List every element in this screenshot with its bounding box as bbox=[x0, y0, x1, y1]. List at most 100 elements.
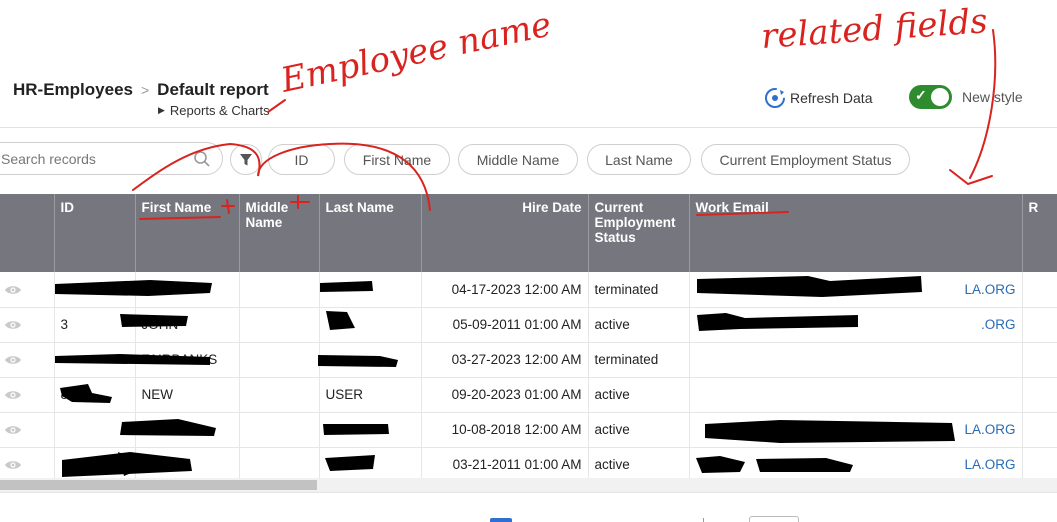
cell-middle bbox=[239, 342, 320, 378]
report-table: ID First Name Middle Name Last Name Hire… bbox=[0, 194, 1057, 480]
table-row[interactable]: 04-17-2023 12:00 AM terminated LA.ORG bbox=[0, 272, 1057, 308]
cell-middle bbox=[239, 447, 320, 480]
search-icon[interactable] bbox=[193, 150, 211, 168]
report-header: HR-Employees > Default report ▶ Reports … bbox=[0, 0, 1057, 128]
caret-right-icon: ▶ bbox=[158, 105, 165, 115]
cell-middle bbox=[239, 307, 320, 343]
cell-email[interactable]: LA.ORG bbox=[689, 447, 1023, 480]
cell-status: active bbox=[588, 377, 690, 413]
filter-pill-last-name[interactable]: Last Name bbox=[587, 144, 691, 175]
eye-icon[interactable] bbox=[4, 354, 22, 366]
page-title: Default report bbox=[157, 80, 269, 99]
cell-status: active bbox=[588, 307, 690, 343]
scrollbar-thumb[interactable] bbox=[0, 480, 317, 490]
cell-id bbox=[54, 447, 136, 480]
filter-pill-first-name[interactable]: First Name bbox=[344, 144, 450, 175]
cell-hire: 10-08-2018 12:00 AM bbox=[421, 412, 589, 448]
cell-hire: 05-09-2011 01:00 AM bbox=[421, 307, 589, 343]
table-row[interactable]: JOHN 10-08-2018 12:00 AM active LA.ORG bbox=[0, 412, 1057, 448]
report-page: HR-Employees > Default report ▶ Reports … bbox=[0, 0, 1057, 522]
cell-last bbox=[319, 342, 422, 378]
refresh-icon bbox=[765, 88, 785, 108]
column-header-view bbox=[0, 194, 55, 272]
filter-pill-middle-name[interactable]: Middle Name bbox=[458, 144, 578, 175]
table-row[interactable]: 8 NEW USER 09-20-2023 01:00 AM active bbox=[0, 377, 1057, 413]
table-header-row: ID First Name Middle Name Last Name Hire… bbox=[0, 194, 1057, 272]
cell-middle bbox=[239, 412, 320, 448]
search-box bbox=[0, 142, 223, 175]
cell-last bbox=[319, 272, 422, 308]
cell-first: FAIRBANKS bbox=[135, 342, 240, 378]
cell-hire: 03-27-2023 12:00 AM bbox=[421, 342, 589, 378]
cell-email[interactable]: .ORG bbox=[689, 307, 1023, 343]
horizontal-scrollbar[interactable] bbox=[0, 478, 1057, 492]
cell-status: terminated bbox=[588, 272, 690, 308]
refresh-data-label: Refresh Data bbox=[790, 90, 873, 106]
table-row[interactable]: FAIRBANKS 03-27-2023 12:00 AM terminated bbox=[0, 342, 1057, 378]
funnel-icon bbox=[240, 153, 252, 165]
cell-status: terminated bbox=[588, 342, 690, 378]
row-view-cell bbox=[0, 377, 55, 413]
column-header-r[interactable]: R bbox=[1022, 194, 1057, 272]
cell-last bbox=[319, 447, 422, 480]
cell-first bbox=[135, 447, 240, 480]
eye-icon[interactable] bbox=[4, 389, 22, 401]
cell-first: JOHN bbox=[135, 412, 240, 448]
cell-last bbox=[319, 412, 422, 448]
refresh-data-button[interactable]: Refresh Data bbox=[764, 87, 872, 109]
column-header-employment-status[interactable]: Current Employment Status bbox=[588, 194, 690, 272]
cell-status: active bbox=[588, 412, 690, 448]
column-header-last-name[interactable]: Last Name bbox=[319, 194, 422, 272]
filter-toggle-button[interactable] bbox=[230, 144, 262, 175]
cell-middle bbox=[239, 272, 320, 308]
cell-hire: 09-20-2023 01:00 AM bbox=[421, 377, 589, 413]
cell-r bbox=[1022, 412, 1057, 448]
eye-icon[interactable] bbox=[4, 319, 22, 331]
table-row[interactable]: 3 JOHN 05-09-2011 01:00 AM active .ORG bbox=[0, 307, 1057, 343]
report-table-container: ID First Name Middle Name Last Name Hire… bbox=[0, 194, 1057, 480]
filter-bar: ID First Name Middle Name Last Name Curr… bbox=[0, 128, 1057, 194]
column-header-hire-date[interactable]: Hire Date bbox=[421, 194, 589, 272]
cell-r bbox=[1022, 447, 1057, 480]
cell-id: 8 bbox=[54, 377, 136, 413]
column-header-first-name[interactable]: First Name bbox=[135, 194, 240, 272]
column-header-work-email[interactable]: Work Email bbox=[689, 194, 1023, 272]
table-footer bbox=[0, 492, 1057, 522]
cell-hire: 03-21-2011 01:00 AM bbox=[421, 447, 589, 480]
cell-email[interactable]: LA.ORG bbox=[689, 272, 1023, 308]
reports-charts-link[interactable]: ▶ Reports & Charts bbox=[158, 103, 270, 118]
cell-email[interactable] bbox=[689, 342, 1023, 378]
cell-status: active bbox=[588, 447, 690, 480]
toggle-knob bbox=[931, 88, 949, 106]
page-size-select[interactable] bbox=[749, 516, 799, 522]
cell-id bbox=[54, 272, 136, 308]
cell-id: 3 bbox=[54, 307, 136, 343]
breadcrumb-app-link[interactable]: HR-Employees bbox=[13, 80, 133, 100]
eye-icon[interactable] bbox=[4, 284, 22, 296]
filter-pill-id[interactable]: ID bbox=[268, 144, 335, 175]
cell-email[interactable]: LA.ORG bbox=[689, 412, 1023, 448]
table-row[interactable]: 03-21-2011 01:00 AM active LA.ORG bbox=[0, 447, 1057, 480]
cell-r bbox=[1022, 307, 1057, 343]
row-view-cell bbox=[0, 447, 55, 480]
check-icon: ✓ bbox=[915, 87, 927, 103]
cell-id bbox=[54, 412, 136, 448]
cell-first bbox=[135, 272, 240, 308]
cell-r bbox=[1022, 272, 1057, 308]
cell-hire: 04-17-2023 12:00 AM bbox=[421, 272, 589, 308]
column-header-middle-name[interactable]: Middle Name bbox=[239, 194, 320, 272]
filter-pill-employment-status[interactable]: Current Employment Status bbox=[701, 144, 910, 175]
current-page-indicator[interactable] bbox=[490, 518, 512, 522]
breadcrumb: HR-Employees > Default report bbox=[13, 80, 269, 100]
column-header-id[interactable]: ID bbox=[54, 194, 136, 272]
eye-icon[interactable] bbox=[4, 424, 22, 436]
cell-last: USER bbox=[319, 377, 422, 413]
cell-email[interactable] bbox=[689, 377, 1023, 413]
cell-id bbox=[54, 342, 136, 378]
cell-last bbox=[319, 307, 422, 343]
new-style-toggle[interactable]: ✓ bbox=[909, 85, 952, 109]
eye-icon[interactable] bbox=[4, 459, 22, 471]
row-view-cell bbox=[0, 412, 55, 448]
search-input[interactable] bbox=[1, 150, 171, 167]
reports-charts-label: Reports & Charts bbox=[169, 103, 270, 118]
